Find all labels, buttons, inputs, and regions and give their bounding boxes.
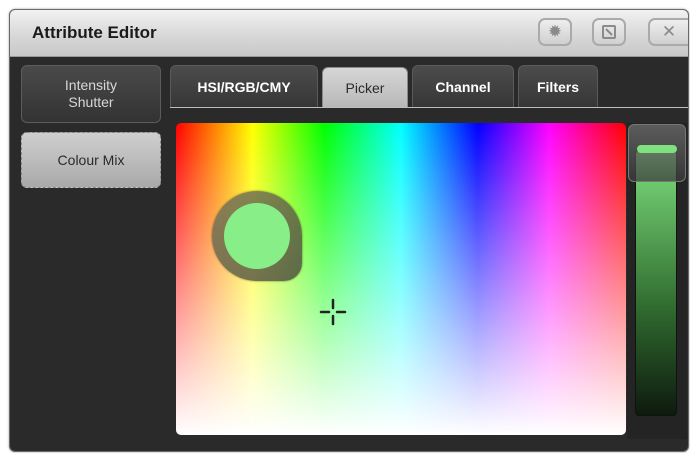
fader-handle-indicator xyxy=(637,145,677,153)
title-bar: Attribute Editor ✹ ✕ xyxy=(10,10,688,57)
close-icon: ✕ xyxy=(661,21,677,42)
rotate-icon xyxy=(602,25,616,39)
rotate-button[interactable] xyxy=(592,18,626,46)
settings-button[interactable]: ✹ xyxy=(538,18,572,46)
tab-label: Picker xyxy=(345,79,385,96)
color-picker-area[interactable] xyxy=(176,123,626,435)
tab-label: Filters xyxy=(536,78,579,95)
tab-divider xyxy=(170,107,688,108)
tab-label: Channel xyxy=(435,78,491,95)
window-title: Attribute Editor xyxy=(32,23,157,42)
sidebar-item-intensity-shutter[interactable]: Intensity Shutter xyxy=(21,65,161,123)
sidebar-item-label: Intensity Shutter xyxy=(64,77,118,110)
fader-handle[interactable] xyxy=(628,124,686,182)
close-button[interactable]: ✕ xyxy=(648,18,688,46)
tab-filters[interactable]: Filters xyxy=(518,65,598,107)
sidebar-item-colour-mix[interactable]: Colour Mix xyxy=(21,132,161,188)
tab-picker[interactable]: Picker xyxy=(322,67,408,107)
selected-color-fill xyxy=(224,203,290,269)
crosshair-icon[interactable] xyxy=(318,297,348,327)
selected-color-swatch xyxy=(212,191,302,281)
sidebar-item-label: Colour Mix xyxy=(57,151,125,168)
tab-channel[interactable]: Channel xyxy=(412,65,514,107)
attribute-editor-window: Attribute Editor ✹ ✕ Intensity Shutter C… xyxy=(9,9,689,452)
brightness-fader[interactable] xyxy=(635,150,677,416)
gear-icon: ✹ xyxy=(547,21,563,42)
tab-hsi-rgb-cmy[interactable]: HSI/RGB/CMY xyxy=(170,65,318,107)
tab-label: HSI/RGB/CMY xyxy=(197,78,291,95)
